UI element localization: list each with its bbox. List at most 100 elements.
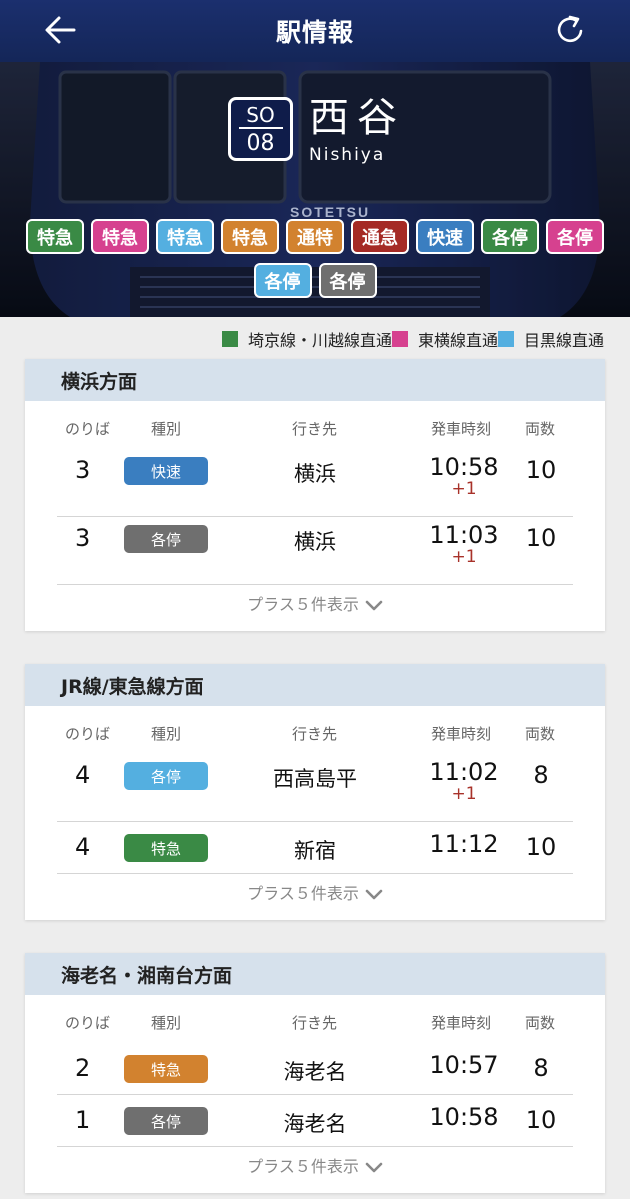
chip-label: 快速 bbox=[427, 227, 463, 249]
destination: 横浜 bbox=[294, 462, 336, 486]
column-header-departure: 発車時刻 bbox=[431, 1014, 492, 1032]
departure-row[interactable]: 4 特急 新宿 11:12 10 bbox=[57, 822, 573, 874]
legend-swatch bbox=[221, 331, 238, 347]
car-count: 8 bbox=[533, 761, 549, 789]
train-type-chip[interactable]: 特急 bbox=[156, 219, 214, 254]
line-code: SO bbox=[246, 103, 275, 127]
top-bar: 駅情報 bbox=[0, 0, 630, 62]
train-type-badge: 各停 bbox=[124, 762, 208, 790]
legend-label: 目黒線直通 bbox=[523, 331, 604, 350]
train-type-chip[interactable]: 快速 bbox=[416, 219, 474, 254]
chip-label: 通急 bbox=[362, 227, 398, 249]
column-header-cars: 両数 bbox=[525, 1014, 556, 1032]
app-screen: 駅情報 SOTETSU SO 08 西谷 Nishiya 特急 特急 特急 特急… bbox=[0, 0, 630, 1199]
chip-label: 各停 bbox=[264, 271, 301, 293]
column-header-destination: 行き先 bbox=[292, 725, 338, 743]
chip-label: 各停 bbox=[329, 271, 366, 293]
legend-swatch bbox=[497, 331, 514, 347]
train-type-chip[interactable]: 通急 bbox=[351, 219, 409, 254]
refresh-icon[interactable] bbox=[550, 10, 590, 50]
chip-label: 特急 bbox=[232, 227, 268, 249]
station-number: 08 bbox=[246, 131, 275, 156]
departure-time: 11:03 bbox=[429, 521, 499, 549]
departure-time: 10:58 bbox=[429, 453, 499, 481]
column-header-departure: 発車時刻 bbox=[431, 725, 492, 743]
departure-time: 10:57 bbox=[429, 1051, 499, 1079]
station-name-en: Nishiya bbox=[309, 145, 386, 165]
car-count: 10 bbox=[525, 456, 557, 484]
train-type-chip[interactable]: 各停 bbox=[546, 219, 604, 254]
chip-label: 特急 bbox=[167, 227, 203, 249]
train-type-chip[interactable]: 特急 bbox=[91, 219, 149, 254]
section-title: JR線/東急線方面 bbox=[25, 664, 605, 706]
departure-row[interactable]: 1 各停 海老名 10:58 10 bbox=[57, 1095, 573, 1147]
delay-minutes: +1 bbox=[451, 547, 477, 567]
column-header-type: 種別 bbox=[151, 1014, 182, 1032]
platform-number: 2 bbox=[75, 1054, 91, 1082]
train-type-badge: 各停 bbox=[124, 1107, 208, 1135]
train-type-badge: 特急 bbox=[124, 834, 208, 862]
destination: 海老名 bbox=[283, 1112, 347, 1136]
train-type-chip[interactable]: 通特 bbox=[286, 219, 344, 254]
train-type-badge: 快速 bbox=[124, 457, 208, 485]
train-type-chips-row-2: 各停 各停 bbox=[0, 263, 630, 298]
column-header-platform: のりば bbox=[65, 420, 111, 438]
train-type-chip[interactable]: 特急 bbox=[221, 219, 279, 254]
station-name-jp: 西谷 bbox=[309, 95, 405, 141]
show-more-button[interactable]: プラス５件表示 bbox=[25, 591, 605, 615]
column-headers: のりば 種別 行き先 発車時刻 両数 bbox=[25, 706, 605, 754]
show-more-button[interactable]: プラス５件表示 bbox=[25, 1153, 605, 1177]
chevron-down-icon bbox=[365, 1162, 383, 1172]
chip-label: 特急 bbox=[37, 227, 73, 249]
through-service-legend: 埼京線・川越線直通 東横線直通 目黒線直通 bbox=[221, 327, 604, 351]
platform-number: 4 bbox=[75, 761, 91, 789]
platform-number: 3 bbox=[75, 524, 91, 552]
show-more-label: プラス５件表示 bbox=[247, 884, 359, 903]
car-count: 10 bbox=[525, 1106, 557, 1134]
timetable-card: JR線/東急線方面 のりば 種別 行き先 発車時刻 両数 4 各停 西高島平 11:02 8 +1 4 特… bbox=[25, 664, 605, 920]
train-type-chip[interactable]: 特急 bbox=[26, 219, 84, 254]
chevron-down-icon bbox=[365, 600, 383, 610]
column-headers: のりば 種別 行き先 発車時刻 両数 bbox=[25, 401, 605, 449]
departure-row[interactable]: 4 各停 西高島平 11:02 8 +1 bbox=[57, 754, 573, 822]
sotetsu-logo-text: SOTETSU bbox=[290, 204, 370, 220]
departure-row[interactable]: 2 特急 海老名 10:57 8 bbox=[57, 1043, 573, 1095]
column-header-type: 種別 bbox=[151, 725, 182, 743]
departure-row[interactable]: 3 快速 横浜 10:58 10 +1 bbox=[57, 449, 573, 517]
section-title: 横浜方面 bbox=[25, 359, 605, 401]
chip-label: 特急 bbox=[102, 227, 138, 249]
train-type-chip[interactable]: 各停 bbox=[318, 263, 377, 298]
back-arrow-icon[interactable] bbox=[40, 10, 84, 50]
column-header-departure: 発車時刻 bbox=[431, 420, 492, 438]
platform-number: 4 bbox=[75, 833, 91, 861]
destination: 横浜 bbox=[294, 530, 336, 554]
show-more-label: プラス５件表示 bbox=[247, 595, 359, 614]
legend-item: 目黒線直通 bbox=[497, 327, 604, 351]
column-header-destination: 行き先 bbox=[292, 420, 338, 438]
show-more-button[interactable]: プラス５件表示 bbox=[25, 880, 605, 904]
destination: 海老名 bbox=[283, 1060, 347, 1084]
legend-swatch bbox=[391, 331, 408, 347]
train-type-chip[interactable]: 各停 bbox=[481, 219, 539, 254]
destination: 西高島平 bbox=[273, 767, 357, 791]
train-type-chips-row-1: 特急 特急 特急 特急 通特 通急 快速 各停 各停 bbox=[0, 219, 630, 254]
column-header-cars: 両数 bbox=[525, 725, 556, 743]
train-type-badge: 特急 bbox=[124, 1055, 208, 1083]
train-type-badge: 各停 bbox=[124, 525, 208, 553]
departure-row[interactable]: 3 各停 横浜 11:03 10 +1 bbox=[57, 517, 573, 585]
car-count: 10 bbox=[525, 833, 557, 861]
station-hero: SOTETSU SO 08 西谷 Nishiya 特急 特急 特急 特急 通特 通急 快速各… bbox=[0, 62, 630, 317]
car-count: 10 bbox=[525, 524, 557, 552]
delay-minutes: +1 bbox=[451, 479, 477, 499]
station-name-block: SO 08 西谷 Nishiya bbox=[228, 97, 405, 165]
page-title: 駅情報 bbox=[275, 18, 354, 47]
train-type-chip[interactable]: 各停 bbox=[253, 263, 312, 298]
badge-divider bbox=[238, 127, 283, 129]
column-header-cars: 両数 bbox=[525, 420, 556, 438]
legend-label: 埼京線・川越線直通 bbox=[247, 331, 392, 350]
column-header-platform: のりば bbox=[65, 725, 111, 743]
legend-label: 東横線直通 bbox=[417, 331, 498, 350]
chip-label: 通特 bbox=[297, 227, 333, 249]
show-more-label: プラス５件表示 bbox=[247, 1157, 359, 1176]
column-headers: のりば 種別 行き先 発車時刻 両数 bbox=[25, 995, 605, 1043]
